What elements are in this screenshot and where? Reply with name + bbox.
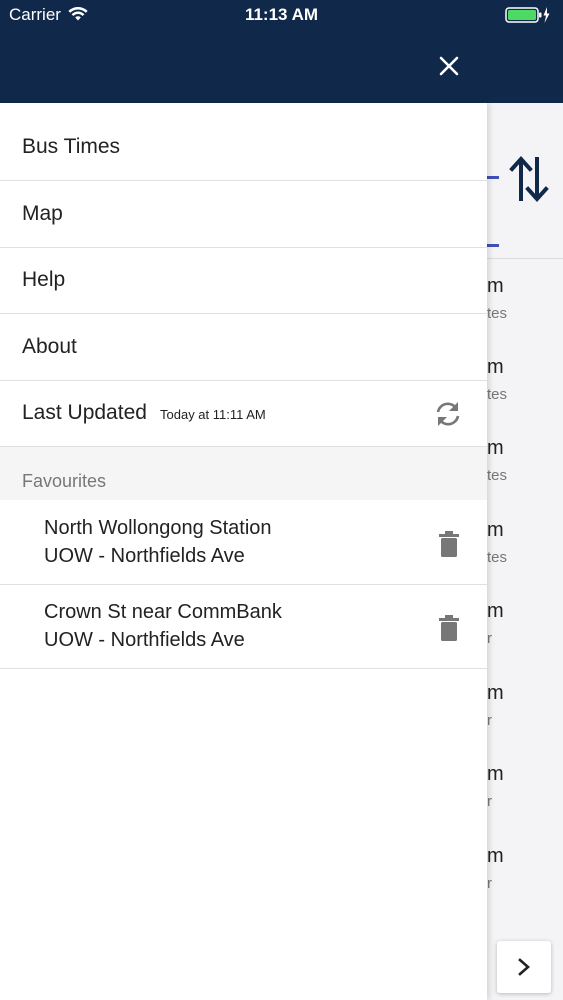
background-row-sub: tes [487,305,508,322]
battery-icon [505,6,551,29]
background-row-time: m [487,275,504,297]
menu-item-map[interactable]: Map [0,181,487,248]
background-row-time: m [487,437,504,459]
background-row-time: m [487,600,504,622]
background-row-time: m [487,682,504,704]
next-page-button[interactable] [497,941,551,993]
app-header: Carrier 11:13 AM [0,0,563,103]
background-row-sub: r [487,712,492,729]
background-row-sub: tes [487,467,508,484]
menu-item-bus-times[interactable]: Bus Times [0,114,487,181]
background-row-sub: r [487,793,492,810]
delete-favourite-button[interactable] [436,530,462,558]
close-button[interactable] [432,49,466,83]
menu-item-about[interactable]: About [0,314,487,381]
menu-item-label: Map [22,202,63,225]
swap-arrows-icon[interactable] [509,153,549,208]
last-updated-label: Last Updated [22,401,147,424]
background-row-sub: r [487,630,492,647]
menu-item-help[interactable]: Help [0,247,487,314]
last-updated-row: Last Updated Today at 11:11 AM [0,380,487,447]
refresh-icon [436,402,460,426]
refresh-button[interactable] [432,400,464,428]
favourites-header-label: Favourites [22,471,107,491]
background-row-time: m [487,763,504,785]
background-row-time: m [487,845,504,867]
status-bar: Carrier 11:13 AM [0,0,563,30]
background-screen: m tes m tes m tes m tes m r m r m r m r [487,103,563,1000]
background-row-sub: tes [487,386,508,403]
delete-favourite-button[interactable] [436,614,462,642]
background-row-time: m [487,519,504,541]
menu-item-label: Bus Times [22,135,121,158]
status-time: 11:13 AM [244,5,319,24]
background-divider [487,258,563,259]
trash-icon [439,615,459,641]
favourite-to: UOW - Northfields Ave [44,545,245,567]
menu-item-label: Help [22,268,66,291]
background-field-underline [487,176,499,179]
close-icon [439,56,459,76]
favourites-header: Favourites [0,447,487,500]
background-field-underline [487,244,499,247]
favourite-from: Crown St near CommBank [44,601,282,623]
favourite-item[interactable]: Crown St near CommBank UOW - Northfields… [0,585,487,669]
trash-icon [439,531,459,557]
last-updated-value: Today at 11:11 AM [160,407,266,422]
chevron-right-icon [518,958,530,976]
navigation-drawer: Bus Times Map Help About Last Updated To… [0,103,487,1000]
favourite-item[interactable]: North Wollongong Station UOW - Northfiel… [0,501,487,585]
background-row-sub: tes [487,549,508,566]
background-row-sub: r [487,875,492,892]
background-row-time: m [487,356,504,378]
favourite-from: North Wollongong Station [44,517,272,539]
favourite-to: UOW - Northfields Ave [44,629,245,651]
menu-item-label: About [22,335,77,358]
